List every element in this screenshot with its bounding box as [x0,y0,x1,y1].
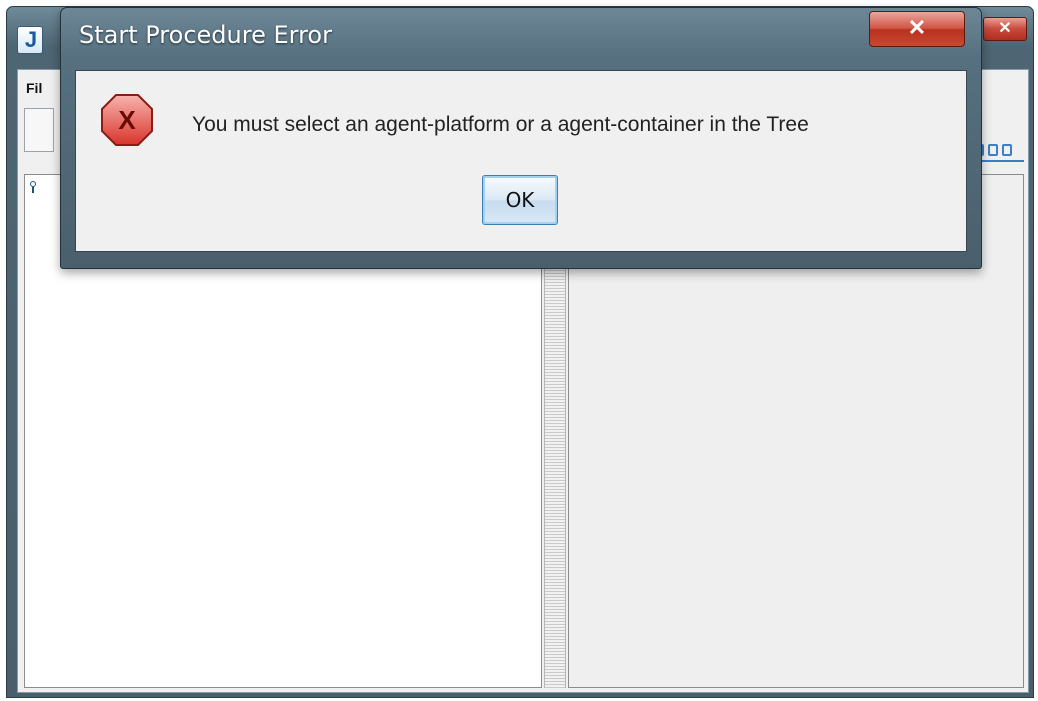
toolbar-icon[interactable] [1002,144,1012,156]
dialog-body: X You must select an agent-platform or a… [75,70,967,252]
close-icon: ✕ [998,20,1012,37]
toolbar-button[interactable] [24,108,54,152]
toolbar-icon[interactable] [988,144,998,156]
dialog-title: Start Procedure Error [79,21,332,49]
error-icon: X [100,93,154,147]
main-close-button[interactable]: ✕ [983,17,1027,41]
error-dialog: Start Procedure Error ✕ X You must selec… [60,7,982,269]
error-icon-glyph: X [118,105,136,135]
error-message: You must select an agent-platform or a a… [192,113,809,136]
ok-button[interactable]: OK [482,175,558,225]
close-icon: ✕ [907,15,927,40]
dialog-close-button[interactable]: ✕ [869,11,965,47]
app-icon: J [17,26,43,54]
tree-node-icon[interactable] [29,181,37,193]
menu-file[interactable]: Fil [26,80,42,96]
